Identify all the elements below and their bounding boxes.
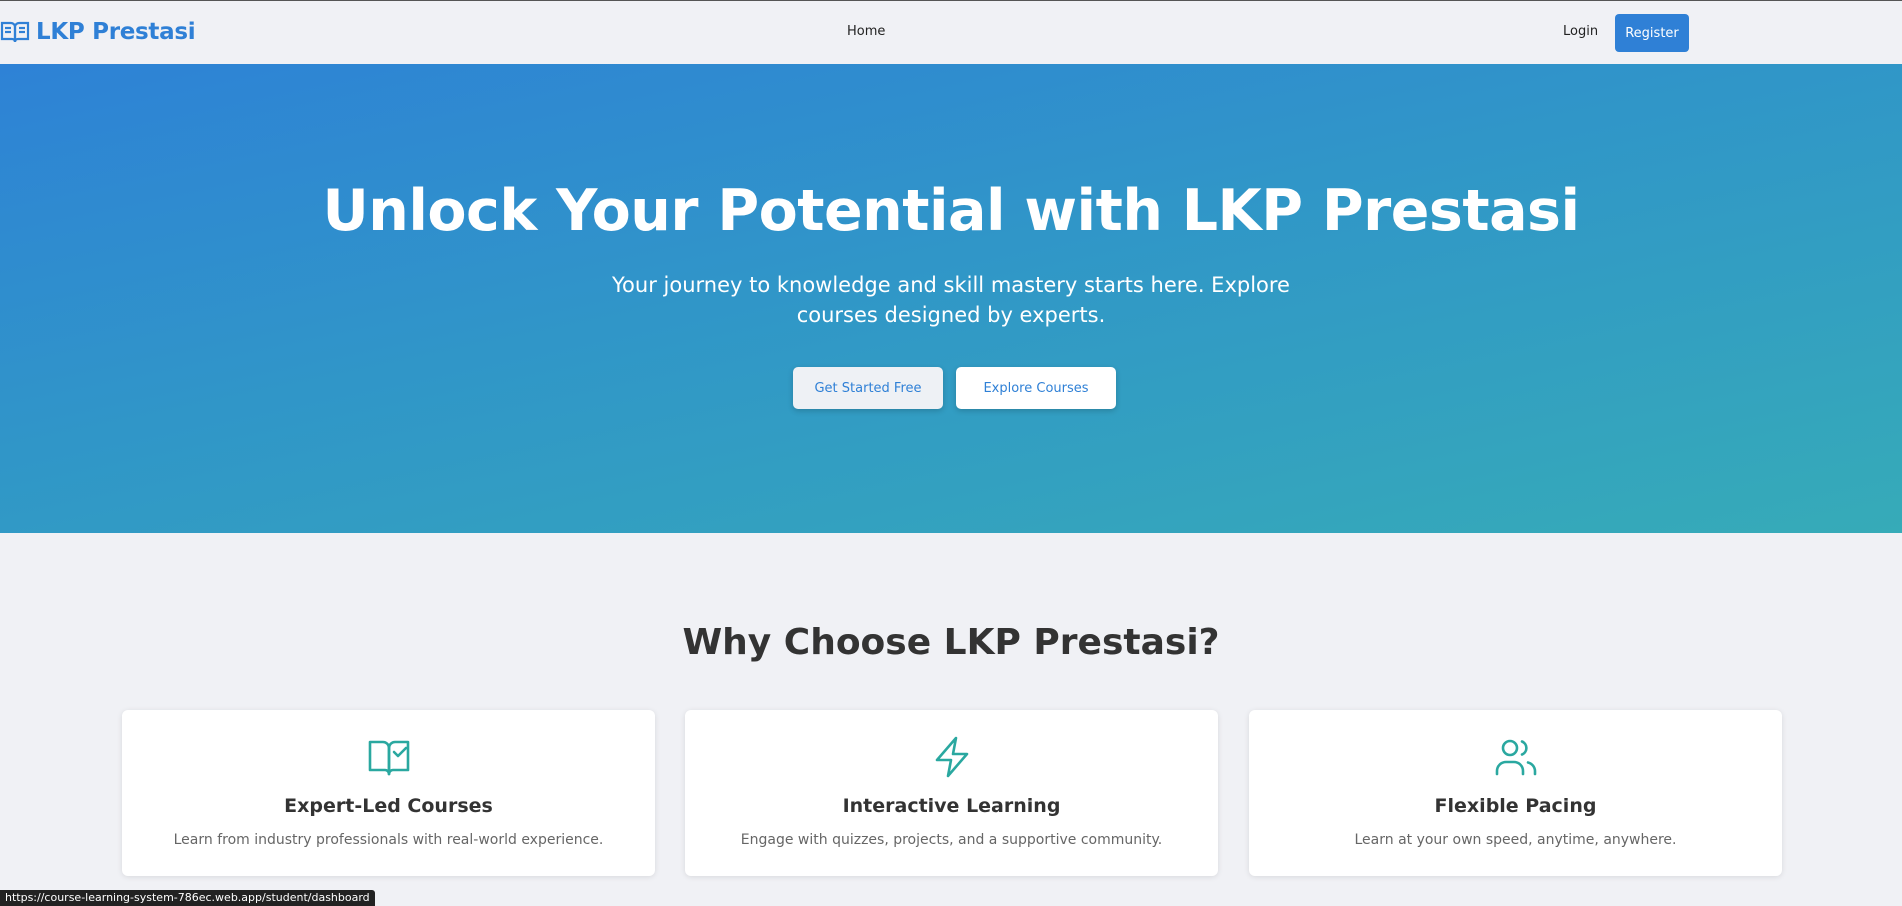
brand-logo-link[interactable]: LKP Prestasi: [0, 16, 196, 48]
feature-description: Engage with quizzes, projects, and a sup…: [740, 832, 1163, 848]
hero-section: Unlock Your Potential with LKP Prestasi …: [0, 64, 1902, 533]
landing-page: LKP Prestasi Home Login Register Unlock …: [0, 0, 1902, 906]
feature-description: Learn at your own speed, anytime, anywhe…: [1354, 832, 1677, 848]
register-button[interactable]: Register: [1615, 14, 1689, 52]
get-started-button[interactable]: Get Started Free: [793, 367, 943, 409]
hero-actions: Get Started Free Explore Courses: [793, 367, 1116, 409]
users-icon: [1495, 739, 1536, 776]
login-link[interactable]: Login: [1563, 24, 1598, 39]
features-title: Why Choose LKP Prestasi?: [682, 622, 1220, 663]
feature-cards: Expert-Led Courses Learn from industry p…: [122, 710, 1782, 876]
top-navigation: LKP Prestasi Home Login Register: [0, 0, 1902, 64]
feature-title: Interactive Learning: [842, 795, 1061, 817]
feature-card-expert-led: Expert-Led Courses Learn from industry p…: [122, 710, 655, 876]
nav-home-link[interactable]: Home: [847, 24, 885, 39]
feature-card-interactive: Interactive Learning Engage with quizzes…: [685, 710, 1218, 876]
hero-title: Unlock Your Potential with LKP Prestasi: [322, 178, 1580, 244]
lightning-icon: [935, 736, 968, 778]
feature-card-flexible: Flexible Pacing Learn at your own speed,…: [1249, 710, 1782, 876]
brand-name: LKP Prestasi: [36, 19, 196, 45]
feature-title: Expert-Led Courses: [284, 795, 493, 817]
feature-description: Learn from industry professionals with r…: [173, 832, 604, 848]
explore-courses-button[interactable]: Explore Courses: [956, 367, 1116, 409]
book-check-icon: [368, 740, 409, 776]
feature-title: Flexible Pacing: [1434, 795, 1597, 817]
open-book-icon: [0, 21, 30, 43]
hero-subtitle: Your journey to knowledge and skill mast…: [612, 273, 1290, 327]
link-preview-status: https://course-learning-system-786ec.web…: [0, 890, 375, 906]
